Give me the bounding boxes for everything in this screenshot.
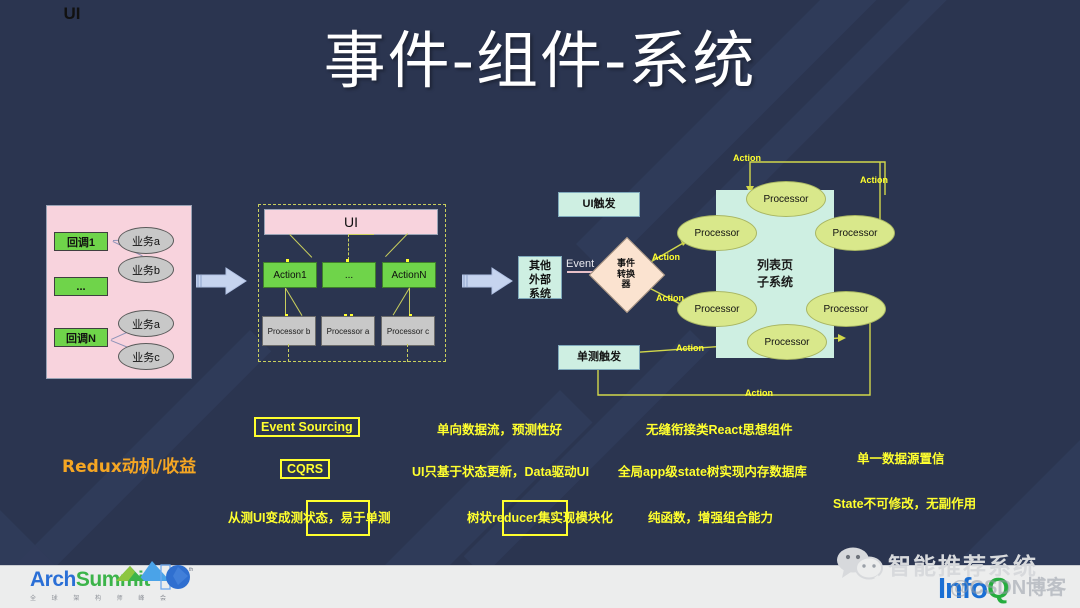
connector-line [407,344,408,362]
action-box-1[interactable]: Action1 [263,262,317,288]
flow-arrow-2 [462,266,514,296]
callback-box-n[interactable]: 回调N [54,328,108,347]
note-event-sourcing: Event Sourcing [254,417,360,437]
system-processor-oval-left-upper[interactable]: Processor [677,215,757,251]
business-oval[interactable]: 业务a [118,227,174,254]
callback-box-1[interactable]: 回调1 [54,232,108,251]
ui-trigger-box[interactable]: UI触发 [558,192,640,217]
action-label: Action [860,175,888,185]
action-label: Action [745,388,773,398]
flow-arrow-1 [196,266,248,296]
note-item-2: 单一数据源置信 [857,452,945,466]
callback-box-ellipsis[interactable]: ... [54,277,108,296]
note-item-8: 纯函数，增强组合能力 [648,511,774,525]
note-item-0: 单向数据流，预测性好 [437,423,563,437]
wechat-icon [836,547,884,586]
action-label: Action [676,343,704,353]
archsummit-subtitle: 全 球 架 构 师 峰 会 [30,596,174,602]
processor-box-c[interactable]: Processor c [381,316,435,346]
processor-box-a[interactable]: Processor a [321,316,375,346]
connector-line [348,234,349,260]
external-system-line-3: 系统 [529,287,551,300]
note-item-4: 全局app级state树实现内存数据库 [618,465,807,479]
system-processor-oval-right-upper[interactable]: Processor [815,215,895,251]
action-label: Action [652,252,680,262]
note-item-7: 树状reducer集实现模块化 [467,511,613,525]
business-oval[interactable]: 业务c [118,343,174,370]
archsummit-logo: ArchSummit 全 球 架 构 师 峰 会 [30,561,174,602]
event-converter-label: 事件 转换 器 [600,248,652,300]
system-processor-oval-right-lower[interactable]: Processor [806,291,886,327]
connector-line [288,344,289,362]
converter-line-3: 器 [621,279,631,290]
connector-line [348,234,374,235]
business-oval[interactable]: 业务b [118,256,174,283]
presentation-slide: 事件-组件-系统 UI 回调1 ... 回调N 业务a 业务b 业务a 业务c … [0,0,1080,608]
processor-box-b[interactable]: Processor b [262,316,316,346]
subsystem-line-2: 子系统 [756,275,793,289]
action-label: Action [656,293,684,303]
panel-ui-title: UI [63,4,81,23]
archsummit-arch: Arch [30,568,76,591]
system-processor-oval-top[interactable]: Processor [746,181,826,217]
converter-line-2: 转换 [616,268,635,279]
system-processor-oval-bottom[interactable]: Processor [747,324,827,360]
external-system-line-2: 外部 [529,273,551,286]
anniversary-badge-icon: th [160,563,194,598]
note-item-3: UI只基于状态更新，Data驱动UI [412,465,590,479]
note-item-5: State不可修改，无副作用 [833,497,977,511]
action-box-ellipsis[interactable]: ... [322,262,376,288]
svg-text:th: th [189,567,193,573]
system-processor-oval-left-lower[interactable]: Processor [677,291,757,327]
external-system-line-1: 其他 [529,260,551,272]
csdn-watermark: @CSDN博客 [950,577,1067,599]
action-box-n[interactable]: ActionN [382,262,436,288]
note-item-1: 无缝衔接类React思想组件 [646,423,793,437]
unit-test-trigger-box[interactable]: 单测触发 [558,345,640,370]
subsystem-line-1: 列表页 [756,258,793,273]
converter-line-1: 事件 [616,258,635,269]
redux-ui-box[interactable]: UI [264,209,438,235]
note-item-6: 从测UI变成测状态，易于单测 [228,511,391,525]
action-label: Action [733,153,761,163]
notes-heading: Redux动机/收益 [62,457,197,477]
note-cqrs: CQRS [280,459,331,479]
business-oval[interactable]: 业务a [118,310,174,337]
event-label: Event [566,258,595,270]
external-system-box[interactable]: 其他 外部 系统 [518,256,562,300]
slide-title: 事件-组件-系统 [323,24,757,97]
